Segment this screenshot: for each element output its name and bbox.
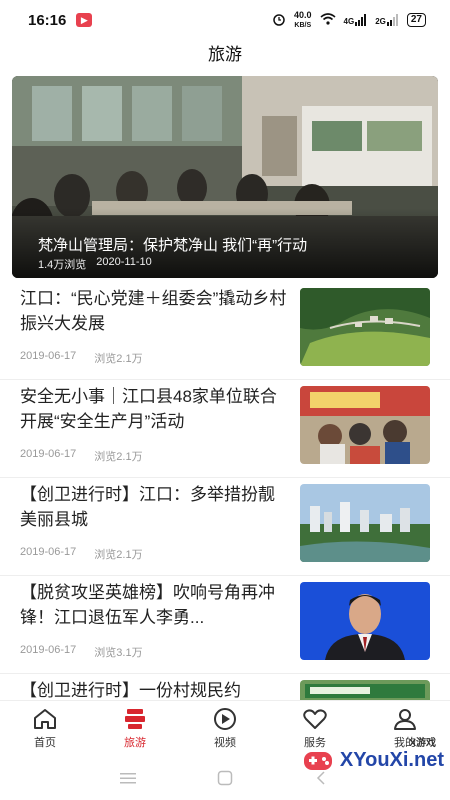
news-views: 浏览2.1万 <box>94 451 143 463</box>
net-speed-unit: KB/S <box>294 21 312 29</box>
travel-icon <box>125 709 145 729</box>
news-views: 浏览3.1万 <box>94 647 143 659</box>
news-thumbnail <box>300 386 430 464</box>
news-title: 江口：“民心党建＋组委会”撬动乡村振兴大发展 <box>20 289 287 333</box>
gamepad-icon <box>303 752 332 770</box>
net-speed-value: 40.0 <box>294 9 312 20</box>
news-thumbnail <box>300 484 430 562</box>
wifi-icon <box>320 12 336 28</box>
news-title: 【脱贫攻坚英雄榜】吹响号角再冲锋！江口退伍军人李勇... <box>20 583 275 627</box>
list-item[interactable]: 【脱贫攻坚英雄榜】吹响号角再冲锋！江口退伍军人李勇... 2019-06-17 … <box>0 576 450 674</box>
home-icon <box>34 709 56 729</box>
net-speed: 40.0 KB/S <box>294 9 312 30</box>
hero-views: 1.4万浏览 <box>38 259 87 271</box>
status-bar: 16:16 ▶ 40.0 KB/S 4G 2G 27 <box>0 0 450 40</box>
list-item[interactable]: 【创卫进行时】江口：多举措扮靓美丽县城 2019-06-17 浏览2.1万 <box>0 478 450 576</box>
hero-date: 2020-11-10 <box>96 256 152 268</box>
signal-4g-label: 4G <box>343 17 355 26</box>
news-thumbnail <box>300 582 430 660</box>
list-item[interactable]: 江口：“民心党建＋组委会”撬动乡村振兴大发展 2019-06-17 浏览2.1万 <box>0 282 450 380</box>
hero-title: 梵净山管理局：保护梵净山 我们“再”行动 <box>38 237 308 254</box>
play-icon <box>214 708 236 730</box>
hero-meta: 1.4万浏览 2020-11-10 <box>38 256 152 272</box>
news-meta: 2019-06-17 浏览2.1万 <box>20 448 143 464</box>
news-views: 浏览2.1万 <box>94 549 143 561</box>
home-button-icon[interactable] <box>217 770 233 786</box>
news-thumbnail <box>300 288 430 366</box>
news-title: 【创卫进行时】江口：多举措扮靓美丽县城 <box>20 485 275 529</box>
tab-video[interactable]: 视频 <box>180 701 270 756</box>
news-meta: 2019-06-17 浏览3.1万 <box>20 644 143 660</box>
news-date: 2019-06-17 <box>20 546 77 558</box>
tab-label: 视频 <box>214 737 236 749</box>
news-date: 2019-06-17 <box>20 350 77 362</box>
news-views: 浏览2.1万 <box>94 353 143 365</box>
list-item[interactable]: 安全无小事｜江口县48家单位联合开展“安全生产月”活动 2019-06-17 浏… <box>0 380 450 478</box>
status-time: 16:16 <box>28 11 67 29</box>
battery-icon: 27 <box>406 13 426 27</box>
status-right: 40.0 KB/S 4G 2G 27 <box>272 9 426 30</box>
status-left: 16:16 ▶ <box>28 11 93 29</box>
watermark-brand: XYouXi.net <box>339 748 444 771</box>
news-date: 2019-06-17 <box>20 644 77 656</box>
news-meta: 2019-06-17 浏览2.1万 <box>20 546 143 562</box>
news-meta: 2019-06-17 浏览2.1万 <box>20 350 143 366</box>
app-notification-icon: ▶ <box>76 13 93 27</box>
hero-banner[interactable]: 梵净山管理局：保护梵净山 我们“再”行动 1.4万浏览 2020-11-10 <box>12 76 438 278</box>
news-title: 安全无小事｜江口县48家单位联合开展“安全生产月”活动 <box>20 387 277 431</box>
tab-home[interactable]: 首页 <box>0 701 90 756</box>
signal-2g-label: 2G <box>375 17 386 26</box>
news-date: 2019-06-17 <box>20 448 77 460</box>
news-list: 江口：“民心党建＋组委会”撬动乡村振兴大发展 2019-06-17 浏览2.1万… <box>0 282 450 772</box>
heart-icon <box>303 709 327 729</box>
watermark-logo: X游戏 XYouXi.net <box>300 738 444 778</box>
menu-icon[interactable] <box>120 772 137 784</box>
signal-2g-icon: 2G <box>375 14 399 26</box>
tab-label: 首页 <box>34 737 56 749</box>
signal-4g-icon: 4G <box>344 14 368 26</box>
watermark-sub: X游戏 <box>409 738 436 749</box>
page-title: 旅游 <box>208 45 242 64</box>
alarm-icon <box>272 12 286 29</box>
tab-label: 旅游 <box>124 737 146 749</box>
user-icon <box>394 709 416 730</box>
tab-travel[interactable]: 旅游 <box>90 701 180 756</box>
